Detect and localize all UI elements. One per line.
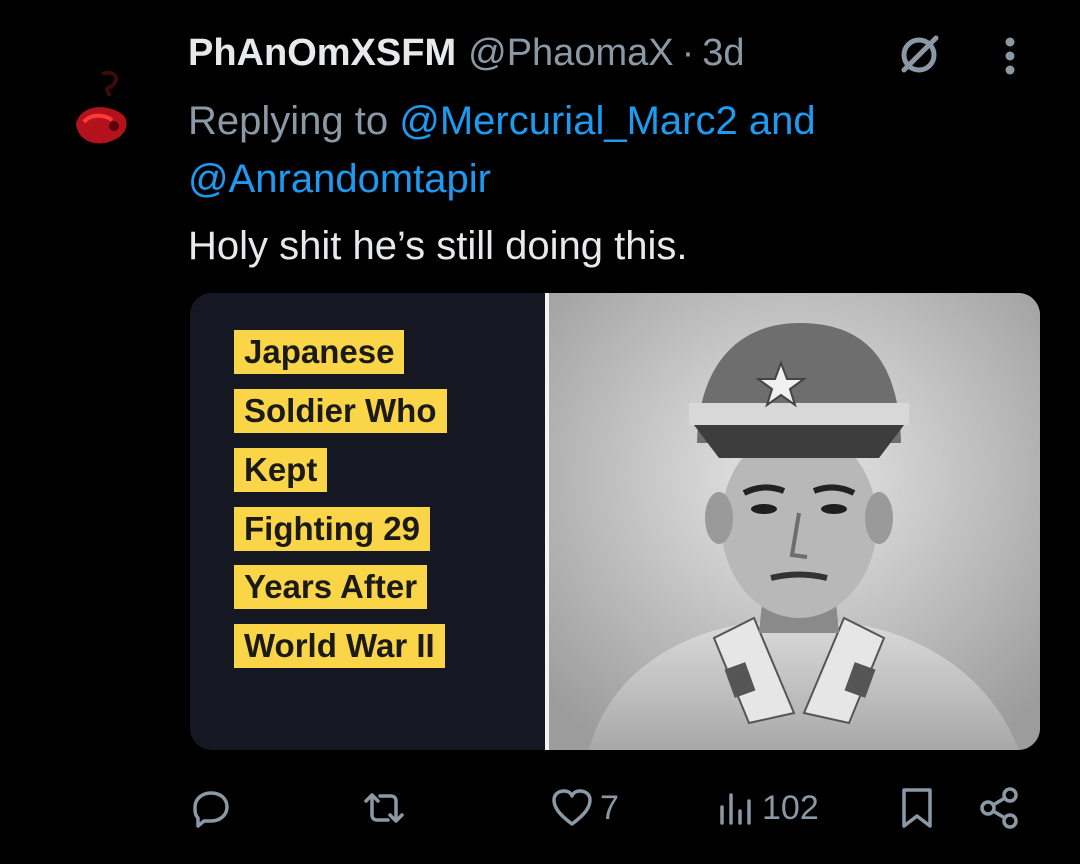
tweet-media[interactable]: Japanese Soldier Who Kept Fighting 29 Ye… (190, 293, 1040, 750)
like-count: 7 (600, 788, 619, 827)
caption-line: Kept (234, 448, 328, 492)
avatar[interactable] (64, 62, 144, 162)
reply-button[interactable] (190, 776, 232, 840)
share-button[interactable] (978, 776, 1022, 840)
soldier-portrait-photo (549, 293, 1040, 750)
mention-link-2[interactable]: @Anrandomtapir (188, 157, 491, 201)
bookmark-icon (898, 786, 936, 830)
tweet-header: PhAnOmXSFM @PhaomaX · 3d (188, 28, 1068, 78)
display-name[interactable]: PhAnOmXSFM (188, 32, 456, 75)
tweet-text: Holy shit he’s still doing this. (188, 224, 688, 268)
caption-line: World War II (234, 624, 445, 668)
mention-link-1[interactable]: @Mercurial_Marc2 (399, 99, 737, 143)
caption-panel: Japanese Soldier Who Kept Fighting 29 Ye… (190, 293, 545, 750)
action-bar: 7 102 (180, 776, 1060, 840)
caption-line: Soldier Who (234, 389, 447, 433)
reply-prefix: Replying to (188, 99, 389, 143)
retweet-icon (360, 787, 408, 829)
separator-dot: · (681, 31, 695, 74)
retweet-button[interactable] (360, 776, 408, 840)
caption-line: Years After (234, 565, 428, 609)
share-icon (978, 786, 1022, 830)
views-icon (716, 787, 756, 829)
user-handle[interactable]: @PhaomaX (468, 32, 673, 75)
timestamp[interactable]: 3d (702, 32, 744, 75)
replying-to: Replying to @Mercurial_Marc2 and @Anrand… (188, 92, 1058, 208)
heart-icon (550, 787, 594, 829)
views-count: 102 (762, 788, 819, 827)
mute-icon[interactable] (896, 32, 942, 78)
reply-and: and (748, 99, 816, 143)
caption-line: Fighting 29 (234, 507, 430, 551)
reply-icon (190, 787, 232, 829)
bookmark-button[interactable] (898, 776, 936, 840)
views-button[interactable]: 102 (716, 776, 819, 840)
caption-line: Japanese (234, 330, 405, 374)
more-options-icon[interactable] (1002, 34, 1018, 78)
like-button[interactable]: 7 (550, 776, 619, 840)
